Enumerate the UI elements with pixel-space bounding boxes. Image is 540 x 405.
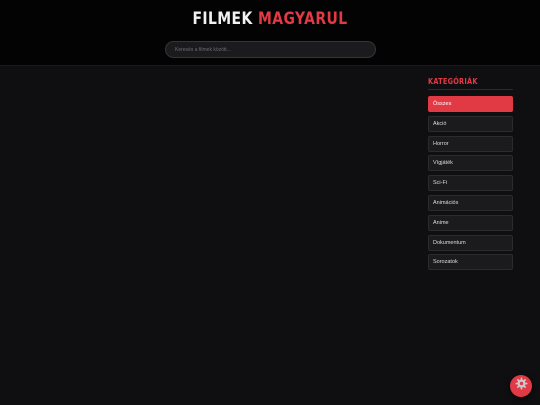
settings-button[interactable] <box>510 375 532 397</box>
category-item-osszes[interactable]: Összes <box>428 96 513 112</box>
search-input[interactable] <box>165 41 376 58</box>
category-item-horror[interactable]: Horror <box>428 135 513 152</box>
category-item-dokumentum[interactable]: Dokumentum <box>428 234 513 251</box>
category-item-anime[interactable]: Anime <box>428 214 513 231</box>
gear-icon <box>515 377 528 395</box>
category-item-scifi[interactable]: Sci-Fi <box>428 175 513 192</box>
site-header: FILMEK MAGYARUL <box>0 0 540 66</box>
sidebar-title: KATEGÓRIÁK <box>428 77 478 86</box>
logo-word-filmek: FILMEK <box>192 9 253 29</box>
sidebar-divider <box>428 89 513 90</box>
category-item-animacios[interactable]: Animációs <box>428 194 513 211</box>
category-item-vigjatek[interactable]: Vígjáték <box>428 155 513 172</box>
category-item-akcio[interactable]: Akció <box>428 115 513 132</box>
category-item-sorozatok[interactable]: Sorozatok <box>428 254 513 271</box>
logo-word-magyarul: MAGYARUL <box>257 9 348 29</box>
site-logo[interactable]: FILMEK MAGYARUL <box>49 9 492 29</box>
movie-grid <box>0 67 420 405</box>
category-sidebar: KATEGÓRIÁK Összes Akció Horror Vígjáték … <box>428 76 514 274</box>
